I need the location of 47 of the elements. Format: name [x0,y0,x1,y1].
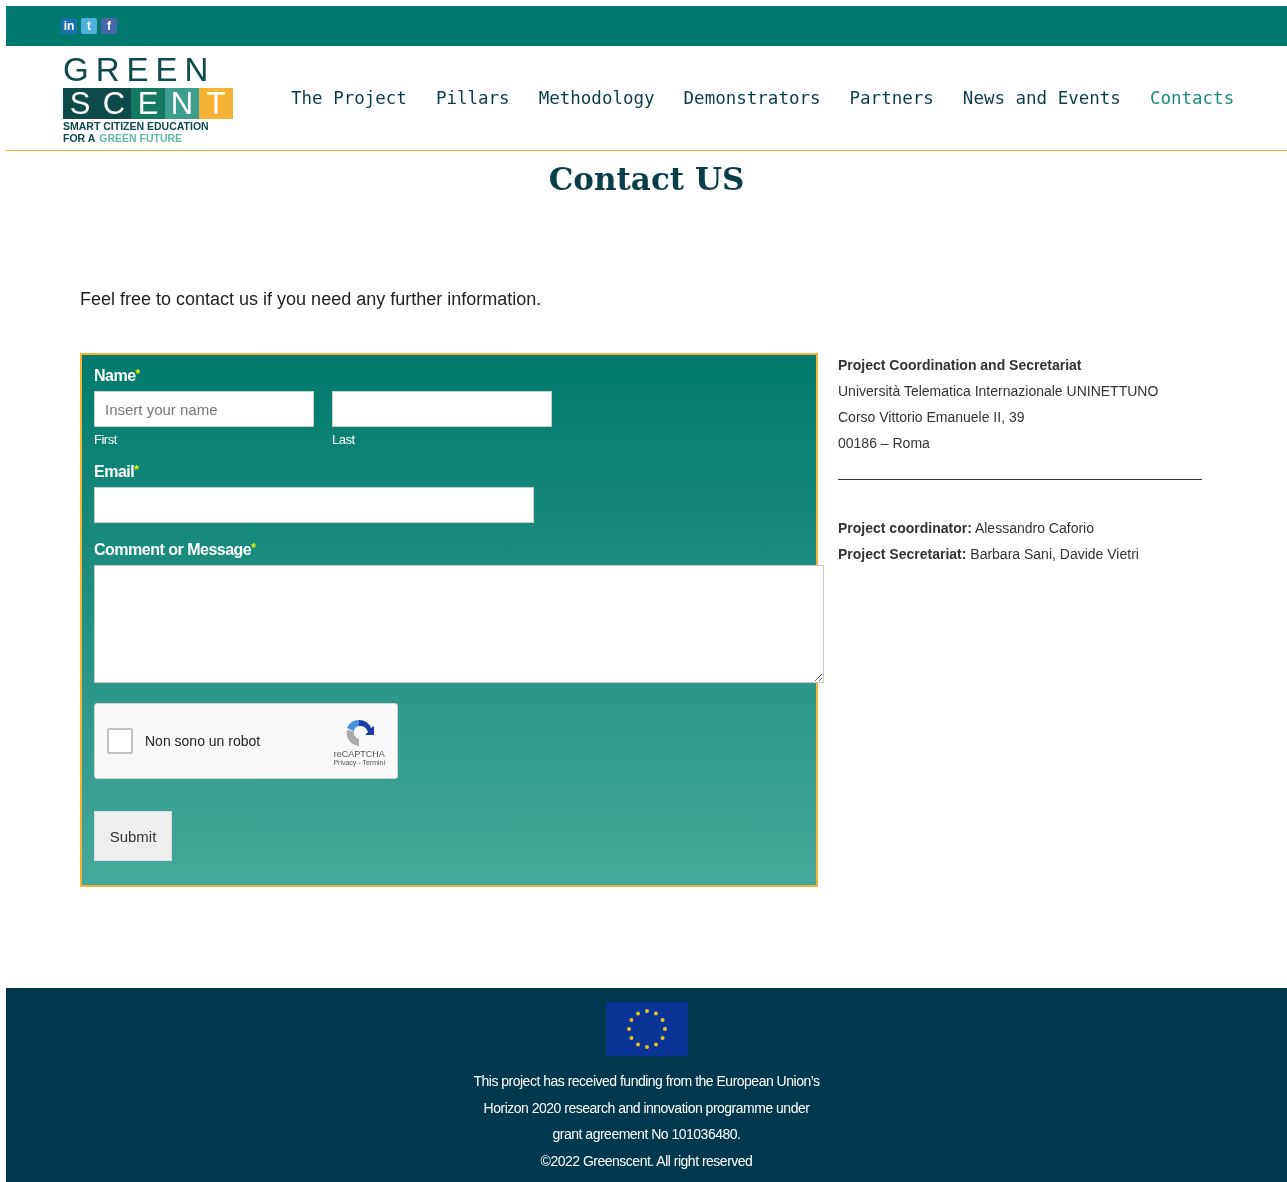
required-mark: * [134,463,139,477]
logo-letter: T [199,88,233,119]
field-sublabel: Last [332,432,356,447]
footer-text: This project has received funding from the European Union’s [473,1072,820,1091]
captcha-brand: reCAPTCHA [333,748,385,759]
page-title: Contact US [547,161,746,197]
eu-flag-icon [605,1002,688,1056]
nav-link[interactable]: Partners [849,88,934,108]
logo-letter: C [97,88,131,119]
logo-letter: E [131,88,165,119]
captcha-label: Non sono un robot [145,733,262,749]
info-heading: Project Coordination and Secretariat [838,357,1083,373]
nav-link[interactable]: News and Events [962,88,1121,108]
last-name-field[interactable] [332,391,552,427]
nav-link[interactable]: Methodology [538,88,655,108]
required-mark: * [135,367,140,381]
nav-link[interactable]: Pillars [435,88,510,108]
social-link[interactable]: f [101,18,117,34]
contact-person: Project Secretariat: Barbara Sani, Davide Vietri [838,546,1140,562]
logo-tagline: FOR A [63,132,96,143]
footer-text: grant agreement No 101036480. [552,1125,741,1144]
captcha-checkbox[interactable] [107,728,133,754]
logo-letter: N [165,88,199,119]
logo-wordmark: GREEN [63,53,217,86]
field-label: Name [94,367,136,384]
nav-link[interactable]: Demonstrators [683,88,821,108]
field-label: Email [94,463,135,480]
logo-tagline: GREEN FUTURE [99,132,183,143]
email-field[interactable] [94,487,534,523]
message-field[interactable] [94,565,824,683]
submit-button[interactable]: Submit [94,811,172,861]
logo-tagline: SMART CITIZEN EDUCATION [63,121,210,132]
social-link[interactable]: in [61,18,77,34]
field-label: Comment or Message [94,541,252,558]
logo-letter: S [63,88,97,119]
field-sublabel: First [94,432,119,447]
footer-text: Horizon 2020 research and innovation programme under [483,1098,810,1118]
intro-text: Feel free to contact us if you need any further information. [80,289,543,310]
first-name-field[interactable]: Insert your name [94,391,314,427]
footer-text: ©2022 Greenscent. All right reserved [540,1151,753,1171]
contact-person: Project coordinator: Alessandro Caforio [838,520,1095,536]
required-mark: * [251,541,256,555]
nav-link[interactable]: Contacts [1149,88,1235,108]
address-line: Corso Vittorio Emanuele II, 39 [838,409,1026,425]
nav-link[interactable]: The Project [291,88,407,108]
address-line: Università Telematica Internazionale UNINETTUNO [838,383,1160,399]
address-line: 00186 – Roma [838,435,931,451]
